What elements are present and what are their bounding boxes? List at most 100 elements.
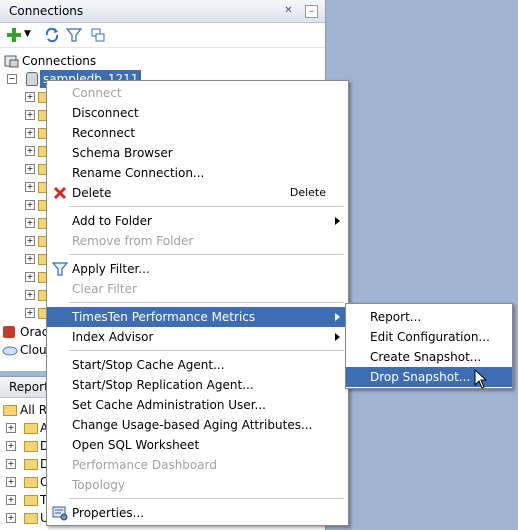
submenu-item-create-snapshot[interactable]: Create Snapshot... bbox=[346, 347, 512, 367]
menu-item-topology[interactable]: Topology bbox=[47, 475, 348, 495]
menu-separator bbox=[69, 498, 344, 499]
menu-item-label: Drop Snapshot... bbox=[370, 370, 471, 384]
expand-icon[interactable]: + bbox=[6, 513, 16, 523]
menu-separator bbox=[69, 206, 344, 207]
menu-item-label: Delete bbox=[72, 186, 112, 200]
menu-item-label: Set Cache Administration User... bbox=[72, 398, 266, 412]
menu-item-label: Change Usage-based Aging Attributes... bbox=[72, 418, 313, 432]
menu-item-open-sql-worksheet[interactable]: Open SQL Worksheet bbox=[47, 435, 348, 455]
expand-icon[interactable]: + bbox=[6, 423, 16, 433]
menu-item-add-to-folder[interactable]: Add to Folder bbox=[47, 211, 348, 231]
menu-item-connect[interactable]: Connect bbox=[47, 83, 348, 103]
submenu-item-edit-configuration[interactable]: Edit Configuration... bbox=[346, 327, 512, 347]
oracle-item-label: Orac bbox=[20, 325, 49, 339]
expand-icon[interactable]: + bbox=[25, 182, 35, 192]
expand-icon[interactable]: + bbox=[6, 477, 16, 487]
menu-item-start-stop-cache-agent[interactable]: Start/Stop Cache Agent... bbox=[47, 355, 348, 375]
menu-item-label: Disconnect bbox=[72, 106, 139, 120]
expand-icon[interactable]: + bbox=[6, 459, 16, 469]
expand-icon[interactable]: + bbox=[25, 236, 35, 246]
expand-icon[interactable]: + bbox=[25, 290, 35, 300]
menu-separator bbox=[69, 302, 344, 303]
expand-icon[interactable]: + bbox=[25, 92, 35, 102]
menu-item-label: Index Advisor bbox=[72, 330, 154, 344]
filter-icon bbox=[52, 262, 68, 276]
menu-item-reconnect[interactable]: Reconnect bbox=[47, 123, 348, 143]
menu-item-change-aging-attributes[interactable]: Change Usage-based Aging Attributes... bbox=[47, 415, 348, 435]
expand-icon[interactable]: + bbox=[25, 146, 35, 156]
minimize-icon[interactable]: – bbox=[305, 5, 318, 18]
submenu-item-report[interactable]: Report... bbox=[346, 307, 512, 327]
menu-item-label: Properties... bbox=[72, 506, 145, 520]
menu-item-set-cache-admin-user[interactable]: Set Cache Administration User... bbox=[47, 395, 348, 415]
expand-icon[interactable]: + bbox=[25, 110, 35, 120]
folder-icon bbox=[24, 477, 38, 488]
filter-icon[interactable] bbox=[66, 27, 82, 43]
menu-item-label: Performance Dashboard bbox=[72, 458, 217, 472]
expand-icon[interactable]: + bbox=[6, 495, 16, 505]
folder-icon bbox=[24, 459, 38, 470]
menu-item-rename-connection[interactable]: Rename Connection... bbox=[47, 163, 348, 183]
expand-icon[interactable]: + bbox=[25, 128, 35, 138]
mouse-pointer-icon bbox=[474, 369, 488, 389]
menu-item-schema-browser[interactable]: Schema Browser bbox=[47, 143, 348, 163]
menu-item-label: Reconnect bbox=[72, 126, 136, 140]
expand-icon[interactable]: + bbox=[25, 308, 35, 318]
menu-item-label: Start/Stop Replication Agent... bbox=[72, 378, 254, 392]
expand-icon[interactable]: + bbox=[25, 254, 35, 264]
menu-item-timesten-performance-metrics[interactable]: TimesTen Performance Metrics bbox=[47, 307, 348, 327]
properties-icon bbox=[52, 506, 68, 521]
menu-item-start-stop-replication-agent[interactable]: Start/Stop Replication Agent... bbox=[47, 375, 348, 395]
menu-item-label: Topology bbox=[72, 478, 125, 492]
folder-icon bbox=[24, 441, 38, 452]
submenu-arrow-icon bbox=[335, 217, 340, 225]
delete-x-icon bbox=[53, 186, 67, 200]
menu-item-label: Create Snapshot... bbox=[370, 350, 482, 364]
folder-icon bbox=[24, 513, 38, 524]
menu-item-delete[interactable]: Delete Delete bbox=[47, 183, 348, 203]
menu-item-label: Report... bbox=[370, 310, 422, 324]
connections-icon bbox=[4, 55, 19, 68]
connections-panel-header: Connections ✕ – bbox=[0, 0, 325, 23]
menu-item-label: TimesTen Performance Metrics bbox=[72, 310, 256, 324]
folder-icon bbox=[24, 495, 38, 506]
menu-item-label: Open SQL Worksheet bbox=[72, 438, 200, 452]
expand-icon[interactable]: + bbox=[25, 164, 35, 174]
database-icon bbox=[26, 72, 38, 86]
menu-item-index-advisor[interactable]: Index Advisor bbox=[47, 327, 348, 347]
connections-panel-title: Connections bbox=[9, 4, 84, 18]
menu-item-label: Edit Configuration... bbox=[370, 330, 490, 344]
oracle-icon bbox=[3, 326, 15, 338]
submenu-arrow-icon bbox=[335, 333, 340, 341]
collapse-icon[interactable]: − bbox=[7, 74, 17, 84]
add-connection-icon[interactable] bbox=[6, 27, 22, 43]
menu-item-label: Remove from Folder bbox=[72, 234, 194, 248]
menu-item-clear-filter[interactable]: Clear Filter bbox=[47, 279, 348, 299]
menu-item-performance-dashboard[interactable]: Performance Dashboard bbox=[47, 455, 348, 475]
refresh-icon[interactable] bbox=[44, 27, 60, 43]
chevron-down-icon[interactable]: ▼ bbox=[24, 29, 31, 39]
menu-item-apply-filter[interactable]: Apply Filter... bbox=[47, 259, 348, 279]
expand-icon[interactable]: + bbox=[25, 218, 35, 228]
menu-item-disconnect[interactable]: Disconnect bbox=[47, 103, 348, 123]
close-icon[interactable]: ✕ bbox=[283, 5, 294, 16]
menu-item-label: Connect bbox=[72, 86, 122, 100]
menu-separator bbox=[69, 254, 344, 255]
menu-item-remove-from-folder[interactable]: Remove from Folder bbox=[47, 231, 348, 251]
expand-icon[interactable]: + bbox=[6, 441, 16, 451]
menu-item-label: Add to Folder bbox=[72, 214, 152, 228]
collapse-all-icon[interactable] bbox=[90, 27, 106, 43]
expand-icon[interactable]: + bbox=[25, 272, 35, 282]
menu-item-label: Apply Filter... bbox=[72, 262, 150, 276]
menu-item-label: Clear Filter bbox=[72, 282, 137, 296]
delete-shortcut: Delete bbox=[289, 186, 326, 199]
expand-icon[interactable]: + bbox=[25, 200, 35, 210]
cloud-icon bbox=[2, 346, 18, 356]
menu-item-label: Schema Browser bbox=[72, 146, 173, 160]
menu-item-label: Start/Stop Cache Agent... bbox=[72, 358, 225, 372]
menu-separator bbox=[69, 350, 344, 351]
menu-item-properties[interactable]: Properties... bbox=[47, 503, 348, 523]
context-menu: Connect Disconnect Reconnect Schema Brow… bbox=[46, 80, 349, 526]
folder-icon bbox=[3, 405, 17, 416]
folder-icon bbox=[24, 423, 38, 434]
